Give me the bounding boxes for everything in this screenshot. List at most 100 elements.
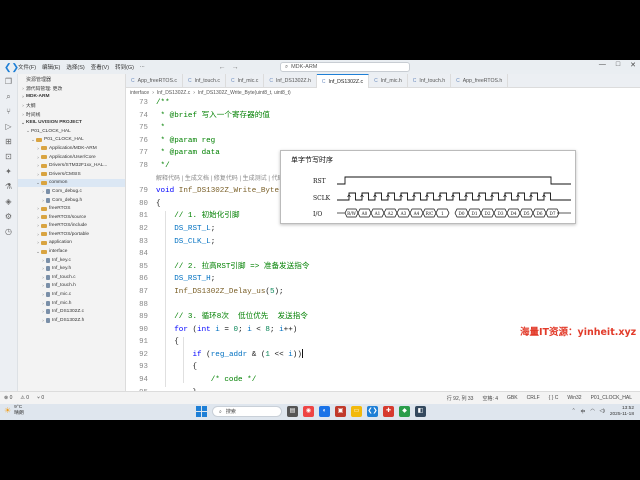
status-item[interactable]: { } C (549, 395, 559, 402)
tree-item[interactable]: › Inf_mic.c (18, 290, 125, 299)
tree-item[interactable]: ⌄ interface (18, 247, 125, 256)
editor-tab[interactable]: C Inf_touch.c (183, 74, 226, 88)
code-line: // 2. 拉高RST引脚 => 准备发送指令 (174, 262, 310, 271)
tree-item[interactable]: › Inf_DS1302Z.h (18, 316, 125, 325)
tree-item[interactable]: › 源代码管理: 更改 (18, 84, 125, 93)
tree-item[interactable]: › 时间线 (18, 110, 125, 119)
menu-item[interactable]: 转到(G) (115, 63, 134, 71)
back-arrow-icon[interactable]: ← (219, 64, 226, 71)
tree-item[interactable]: ⌄ P01_CLOCK_HAL (18, 127, 125, 136)
tree-item-label: common (49, 180, 68, 186)
tree-item[interactable]: › Inf_DS1302Z.c (18, 307, 125, 316)
code-area[interactable]: /** * @brief 写入一个寄存器的值 * * @param reg * … (156, 97, 626, 396)
status-item[interactable]: ⑂ 0 (37, 395, 44, 401)
tree-item[interactable]: › freeRTOS/include (18, 222, 125, 231)
tree-item-label: Inf_key.c (52, 257, 71, 263)
breadcrumb-item[interactable]: Inf_DS1302Z.c (157, 90, 190, 96)
forward-arrow-icon[interactable]: → (232, 64, 239, 71)
tree-item[interactable]: › Inf_mic.h (18, 299, 125, 308)
menu-item[interactable]: 查看(V) (91, 63, 109, 71)
editor-tab[interactable]: C Inf_mic.h (369, 74, 408, 88)
tree-item[interactable]: ⌄ KEIL UVISION PROJECT (18, 118, 125, 127)
status-item[interactable]: 行 92, 列 33 (447, 395, 474, 402)
tree-item[interactable]: › freeRTOS/source (18, 213, 125, 222)
tree-item[interactable]: › Inf_touch.h (18, 282, 125, 291)
tree-item[interactable]: › Application/User/Core (18, 153, 125, 162)
close-icon[interactable]: ✕ (630, 61, 636, 69)
app-plus-icon[interactable]: ✚ (383, 406, 394, 417)
chat-icon[interactable]: ✦ (0, 165, 17, 179)
maximize-icon[interactable]: □ (616, 61, 620, 69)
breadcrumb-item[interactable]: interface (130, 90, 149, 96)
task-view-icon[interactable]: ▤ (287, 406, 298, 417)
weather-widget[interactable]: ☀ 9°C 晴朗 (4, 405, 24, 417)
search-activity-icon[interactable]: ⌕ (0, 90, 17, 104)
clock[interactable]: 13:52 2025-11-18 (610, 406, 634, 417)
breadcrumb-item[interactable]: Inf_DS1302Z_Write_Byte(uint8_t, uint8_t) (198, 90, 291, 96)
status-item[interactable]: 空格: 4 (482, 395, 498, 402)
volume-icon[interactable]: ◁) (600, 409, 605, 414)
chrome-icon[interactable]: ◉ (303, 406, 314, 417)
status-item[interactable]: Win32 (567, 395, 581, 402)
windows-start-icon[interactable] (196, 406, 207, 417)
app-dark-icon[interactable]: ◧ (415, 406, 426, 417)
tree-item-label: P01_CLOCK_HAL (44, 137, 84, 143)
menu-item[interactable]: ... (140, 63, 145, 71)
menu-item[interactable]: 编辑(E) (42, 63, 60, 71)
tree-item[interactable]: ⌄ common (18, 178, 125, 188)
menu-item[interactable]: 文件(F) (18, 63, 36, 71)
tree-item[interactable]: › Com_debug.h (18, 196, 125, 205)
tree-item[interactable]: › Com_debug.c (18, 187, 125, 196)
tree-item[interactable]: › Drivers/CMSIS (18, 170, 125, 179)
history-icon[interactable]: ◷ (0, 225, 17, 239)
tree-item[interactable]: › Inf_key.h (18, 264, 125, 273)
status-item[interactable]: ⊗ 0 (4, 395, 12, 401)
editor-tab[interactable]: C App_freeRTOS.h (451, 74, 509, 88)
input-language[interactable]: 中 (581, 408, 586, 415)
tree-item[interactable]: › 大纲 (18, 101, 125, 110)
status-item[interactable]: P01_CLOCK_HAL (591, 395, 632, 402)
source-control-icon[interactable]: ⑂ (0, 105, 17, 119)
docker-icon[interactable]: ⚙ (0, 210, 17, 224)
vscode-taskbar-icon[interactable]: ❮❯ (367, 406, 378, 417)
status-item[interactable]: CRLF (527, 395, 540, 402)
tree-item-label: Inf_touch.c (52, 274, 76, 280)
network-icon[interactable]: ◠ (590, 409, 594, 414)
file-explorer-icon[interactable]: ▭ (351, 406, 362, 417)
tree-item[interactable]: › freeRTOS/portable (18, 230, 125, 239)
extensions-icon[interactable]: ⊞ (0, 135, 17, 149)
taskbar-search[interactable]: ⌕ 搜索 (212, 406, 282, 417)
editor-tab[interactable]: C Inf_mic.c (226, 74, 265, 88)
tree-item[interactable]: › freeRTOS (18, 204, 125, 213)
keil-icon[interactable]: ◈ (0, 195, 17, 209)
line-number: 91 (139, 338, 148, 347)
tree-item-label: freeRTOS/include (49, 223, 87, 229)
tree-item[interactable]: › Drivers/STM32F1xx_HAL... (18, 161, 125, 170)
explorer-icon[interactable]: ❐ (0, 75, 17, 89)
tree-item[interactable]: › Inf_touch.c (18, 273, 125, 282)
tree-item[interactable]: › application (18, 239, 125, 248)
remote-icon[interactable]: ⊡ (0, 150, 17, 164)
menu-item[interactable]: 选择(S) (66, 63, 84, 71)
editor-tab[interactable]: C Inf_DS1302Z.h (264, 74, 317, 88)
editor-tab[interactable]: C Inf_touch.h (408, 74, 452, 88)
testing-icon[interactable]: ⚗ (0, 180, 17, 194)
status-item[interactable]: ⚠ 0 (20, 395, 29, 401)
tray-chevron-icon[interactable]: ⌃ (571, 409, 575, 414)
edge-icon[interactable]: ◐ (319, 406, 330, 417)
tree-item[interactable]: › MDK-ARM (18, 93, 125, 102)
search-text: MDK-ARM (291, 64, 318, 70)
tree-item[interactable]: ⌄ P01_CLOCK_HAL (18, 136, 125, 145)
run-debug-icon[interactable]: ▷ (0, 120, 17, 134)
tree-item[interactable]: › Application/MDK-ARM (18, 144, 125, 153)
editor-tab[interactable]: C Inf_DS1302Z.c (316, 74, 370, 88)
app-red-icon[interactable]: ▣ (335, 406, 346, 417)
status-bar: ⊗ 0 ⚠ 0 ⑂ 0 行 92, 列 33 空格: 4 GBK CRLF { } C Win… (0, 391, 640, 404)
command-center-search[interactable]: ⌕ MDK-ARM (280, 62, 410, 72)
minimize-icon[interactable]: — (599, 61, 606, 69)
status-item[interactable]: GBK (507, 395, 518, 402)
editor-tab[interactable]: C App_freeRTOS.c (126, 74, 183, 88)
tree-item[interactable]: › Inf_key.c (18, 256, 125, 265)
app-green-icon[interactable]: ◆ (399, 406, 410, 417)
code-editor[interactable]: 73 74 75 76 77 78 79 80 81 82 83 84 85 86 87 88 89 90 91 92… (126, 97, 640, 396)
